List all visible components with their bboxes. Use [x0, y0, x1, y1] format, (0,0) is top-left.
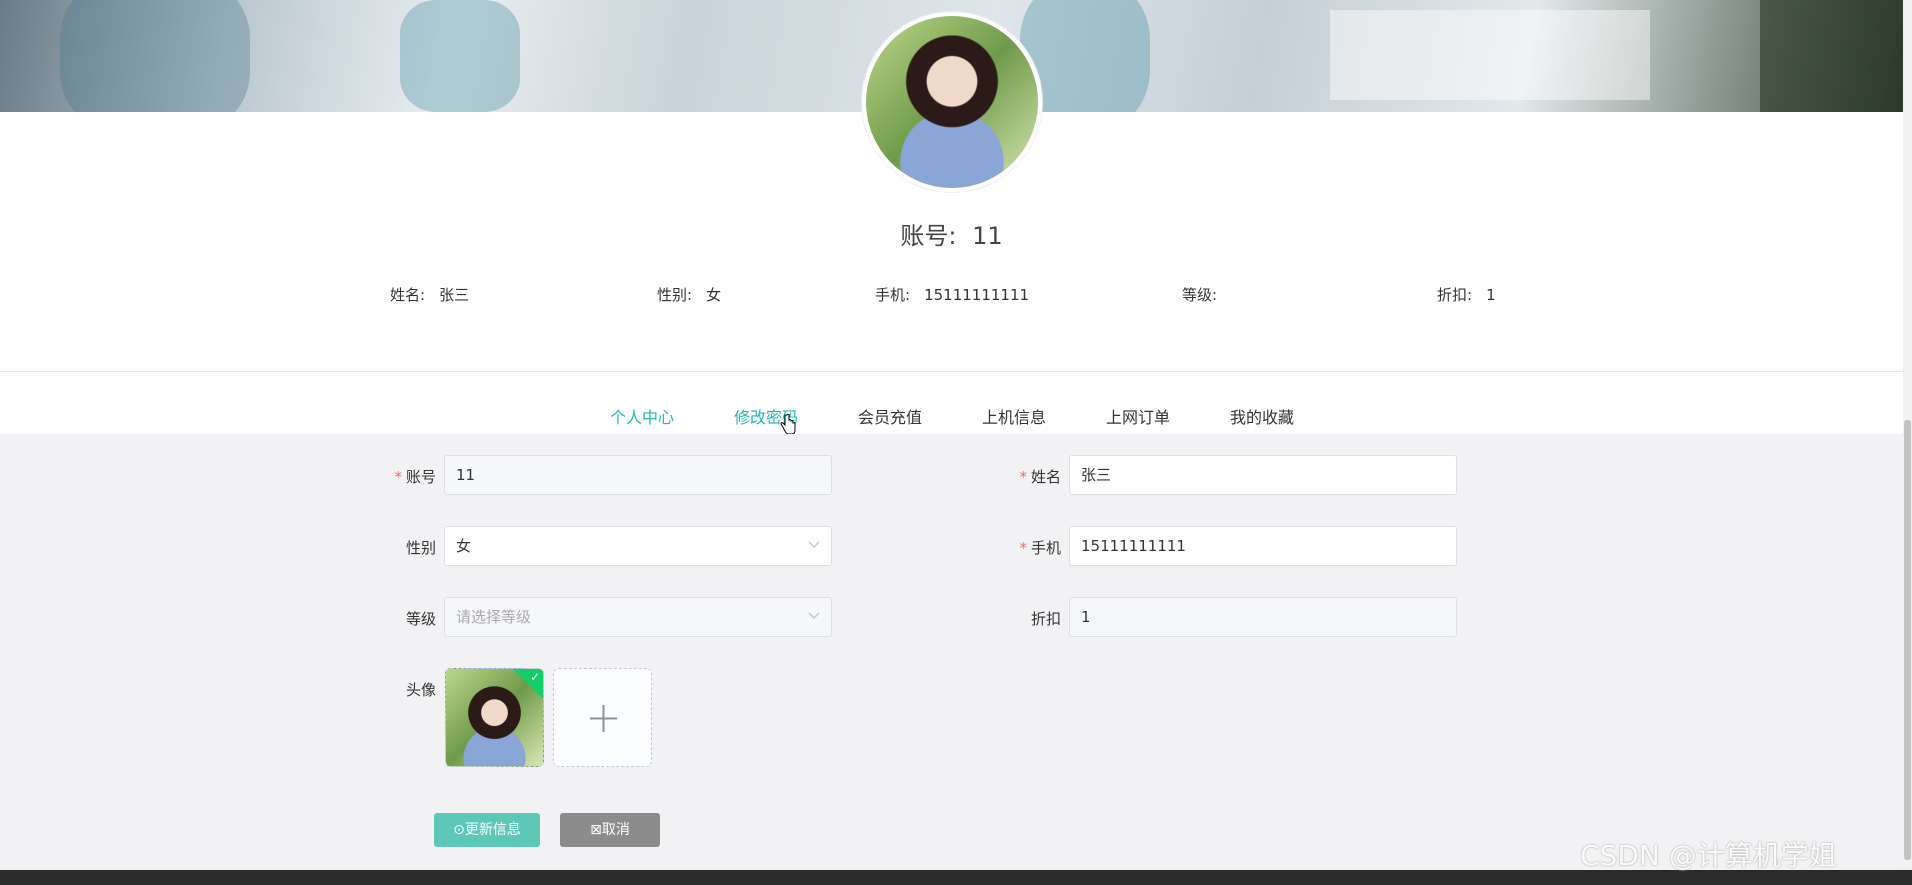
avatar-field-label: 头像 [405, 681, 436, 699]
profile-tabs: 个人中心 修改密码 会员充值 上机信息 上网订单 我的收藏 [0, 372, 1903, 438]
chevron-down-icon [808, 612, 820, 619]
profile-discount-value: 1 [1486, 286, 1496, 304]
plus-icon [590, 705, 617, 732]
avatar-upload-button[interactable] [553, 668, 652, 767]
watermark: CSDN @计算机学姐 [1580, 839, 1837, 872]
account-heading-value: 11 [972, 222, 1003, 250]
uploaded-avatar-thumbnail[interactable]: ✓ [445, 668, 544, 767]
tab-personal-center[interactable]: 个人中心 [600, 404, 684, 438]
profile-gender: 性别: 女 [657, 284, 721, 305]
gender-select-value: 女 [456, 537, 472, 555]
account-field-label: * 账号 [394, 468, 436, 486]
account-heading: 账号: 11 [0, 216, 1903, 251]
discount-field[interactable]: 1 [1069, 597, 1457, 637]
level-select[interactable]: 请选择等级 [444, 597, 832, 637]
cancel-button[interactable]: ⊠取消 [560, 813, 660, 847]
profile-gender-value: 女 [706, 286, 722, 304]
discount-field-label: 折扣 [1030, 610, 1061, 628]
tab-member-recharge[interactable]: 会员充值 [856, 404, 924, 436]
tab-session-info[interactable]: 上机信息 [980, 404, 1048, 436]
profile-name: 姓名: 张三 [390, 284, 469, 305]
tab-my-favorites[interactable]: 我的收藏 [1228, 404, 1296, 436]
profile-name-value: 张三 [439, 286, 470, 304]
name-field-label: * 姓名 [1019, 468, 1061, 486]
check-icon: ✓ [529, 670, 540, 684]
scrollbar-thumb[interactable] [1904, 420, 1911, 860]
profile-gender-label: 性别: [657, 286, 693, 304]
profile-phone-label: 手机: [875, 286, 911, 304]
phone-field-label-text: 手机 [1030, 539, 1061, 557]
hand-cursor-icon [780, 414, 796, 435]
phone-field-label: * 手机 [1019, 539, 1061, 557]
profile-level: 等级: [1182, 284, 1231, 305]
tab-online-orders[interactable]: 上网订单 [1104, 404, 1172, 436]
profile-level-label: 等级: [1182, 286, 1218, 304]
profile-avatar [862, 12, 1042, 192]
account-field-label-text: 账号 [405, 468, 436, 486]
account-field[interactable]: 11 [444, 455, 832, 495]
profile-phone: 手机: 15111111111 [875, 284, 1029, 305]
profile-discount-label: 折扣: [1437, 286, 1473, 304]
account-heading-label: 账号: [900, 222, 957, 250]
phone-field[interactable]: 15111111111 [1069, 526, 1457, 566]
name-field-label-text: 姓名 [1030, 468, 1061, 486]
gender-select[interactable]: 女 [444, 526, 832, 566]
profile-form [0, 434, 1903, 870]
gender-field-label: 性别 [405, 539, 436, 557]
name-field[interactable]: 张三 [1069, 455, 1457, 495]
level-select-placeholder: 请选择等级 [456, 608, 532, 626]
profile-discount: 折扣: 1 [1437, 284, 1496, 305]
profile-name-label: 姓名: [390, 286, 426, 304]
level-field-label: 等级 [405, 610, 436, 628]
update-info-button[interactable]: ⊙更新信息 [434, 813, 540, 847]
profile-phone-value: 15111111111 [924, 286, 1030, 304]
chevron-down-icon [808, 541, 820, 548]
